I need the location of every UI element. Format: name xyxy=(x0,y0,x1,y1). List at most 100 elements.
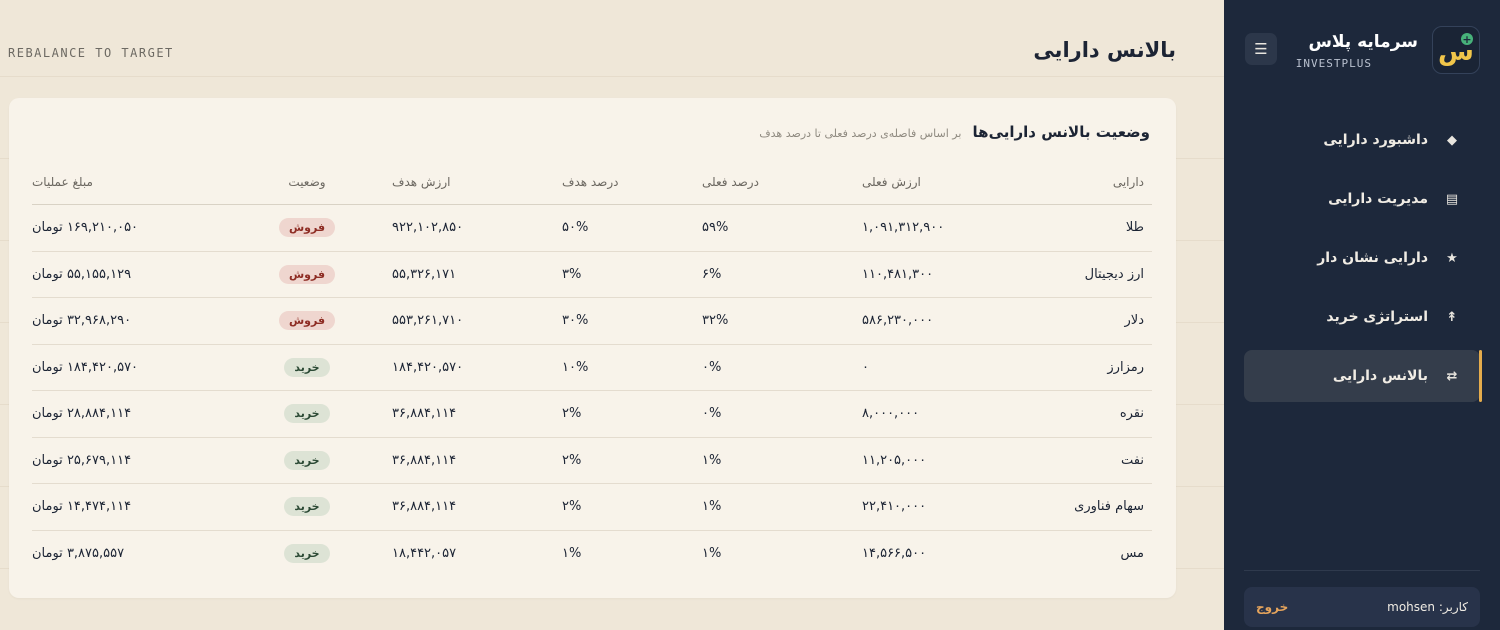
column-header-status: وضعیت xyxy=(222,160,392,205)
table-row: نفت ۱۱,۲۰۵,۰۰۰ ۱% ۲% ۳۶,۸۸۴,۱۱۴ خرید ۲۵,۶۷۹,۱۱… xyxy=(32,437,1152,484)
cell-asset: نفت xyxy=(1002,437,1152,484)
cell-target-value: ۹۲۲,۱۰۲,۸۵۰ xyxy=(392,204,562,252)
cell-target-value: ۳۶,۸۸۴,۱۱۴ xyxy=(392,390,562,438)
card-heading: وضعیت بالانس دارایی‌ها بر اساس فاصله‌ی د… xyxy=(759,122,1150,141)
hamburger-icon: ☰ xyxy=(1254,40,1268,58)
logout-link[interactable]: خروج xyxy=(1256,600,1288,614)
sidebar-item-label: دارایی نشان دار xyxy=(1317,250,1428,266)
cell-amount: ۳,۸۷۵,۵۵۷ تومان xyxy=(32,545,125,561)
cell-target-percent: ۳۰% xyxy=(562,297,702,345)
sell-badge: فروش xyxy=(278,218,336,238)
cell-current-value: ۸,۰۰۰,۰۰۰ xyxy=(862,390,1002,438)
cell-current-percent: ۱% xyxy=(702,437,862,484)
cell-current-value: ۱۱۰,۴۸۱,۳۰۰ xyxy=(862,251,1002,298)
cell-status: خرید xyxy=(222,344,392,391)
cell-status: فروش xyxy=(222,297,392,345)
brand-name: سرمایه پلاس xyxy=(1308,32,1418,52)
menu-toggle-button[interactable]: ☰ xyxy=(1245,33,1277,65)
sidebar-item-label: بالانس دارایی xyxy=(1332,368,1428,384)
cell-current-value: ۱,۰۹۱,۳۱۲,۹۰۰ xyxy=(862,204,1002,252)
cell-current-percent: ۵۹% xyxy=(702,204,862,252)
table-row: رمزارز ۰ ۰% ۱۰% ۱۸۴,۴۲۰,۵۷۰ خرید ۱۸۴,۴۲۰,۵۷۰ ت… xyxy=(32,344,1152,391)
sidebar-nav: ◆ داشبورد دارایی ▤ مدیریت دارایی ★ دارای… xyxy=(1244,114,1482,409)
table-row: نقره ۸,۰۰۰,۰۰۰ ۰% ۲% ۳۶,۸۸۴,۱۱۴ خرید ۲۸,۸۸۴,۱۱… xyxy=(32,390,1152,438)
cell-asset: مس xyxy=(1120,545,1144,561)
buy-badge: خرید xyxy=(284,497,330,517)
cell-asset: دلار xyxy=(1002,297,1152,345)
star-icon: ★ xyxy=(1446,250,1458,266)
list-icon: ▤ xyxy=(1445,191,1459,207)
table-header-row: دارایی ارزش فعلی درصد فعلی درصد هدف ارزش… xyxy=(32,160,1152,205)
swap-icon: ⇄ xyxy=(1446,368,1458,384)
buy-badge: خرید xyxy=(284,450,330,470)
diamond-icon: ◆ xyxy=(1447,132,1457,148)
table-row: طلا ۱,۰۹۱,۳۱۲,۹۰۰ ۵۹% ۵۰% ۹۲۲,۱۰۲,۸۵۰ فروش ۱۶۹… xyxy=(32,204,1152,252)
sidebar-item-bookmarked-assets[interactable]: ★ دارایی نشان دار xyxy=(1244,232,1480,284)
column-header-current-percent: درصد فعلی xyxy=(702,160,862,205)
page-title: بالانس دارایی xyxy=(1033,38,1176,62)
cell-target-percent: ۵۰% xyxy=(562,204,702,252)
cell-asset: ارز دیجیتال xyxy=(1002,251,1152,298)
cell-status: خرید xyxy=(222,390,392,438)
user-label: کاربر: mohsen xyxy=(1387,600,1468,614)
balance-card: وضعیت بالانس دارایی‌ها بر اساس فاصله‌ی د… xyxy=(9,98,1176,598)
cell-amount: ۱۶۹,۲۱۰,۰۵۰ تومان xyxy=(32,204,222,252)
arrow-up-icon: ↟ xyxy=(1446,309,1458,325)
cell-current-value: ۱۱,۲۰۵,۰۰۰ xyxy=(862,437,1002,484)
sidebar-item-dashboard[interactable]: ◆ داشبورد دارایی xyxy=(1244,114,1480,166)
table-row: ارز دیجیتال ۱۱۰,۴۸۱,۳۰۰ ۶% ۳% ۵۵,۳۲۶,۱۷۱ فروش… xyxy=(32,251,1152,298)
cell-target-value: ۵۵,۳۲۶,۱۷۱ xyxy=(392,251,562,298)
cell-asset: رمزارز xyxy=(1002,344,1152,391)
cell-current-percent: ۰% xyxy=(702,390,862,438)
cell-current-percent: ۱% xyxy=(702,545,722,561)
cell-target-percent: ۲% xyxy=(562,390,702,438)
cell-status: خرید xyxy=(222,483,392,531)
column-header-amount: مبلغ عملیات xyxy=(32,160,222,205)
rebalance-label: REBALANCE TO TARGET xyxy=(8,46,174,60)
brand-logo: س + xyxy=(1432,26,1480,74)
cell-amount: ۲۵,۶۷۹,۱۱۴ تومان xyxy=(32,437,222,484)
sidebar-item-buy-strategy[interactable]: ↟ استراتژی خرید xyxy=(1244,291,1480,343)
cell-status: فروش xyxy=(222,204,392,252)
cell-current-percent: ۳۲% xyxy=(702,297,862,345)
active-indicator xyxy=(1479,350,1482,402)
cell-target-value: ۱۸,۴۴۲,۰۵۷ xyxy=(392,545,457,561)
cell-current-percent: ۰% xyxy=(702,344,862,391)
sidebar-item-asset-management[interactable]: ▤ مدیریت دارایی xyxy=(1244,173,1480,225)
cell-asset: طلا xyxy=(1002,204,1152,252)
sidebar-item-label: مدیریت دارایی xyxy=(1328,191,1428,207)
balance-table: دارایی ارزش فعلی درصد فعلی درصد هدف ارزش… xyxy=(32,160,1152,576)
cell-target-percent: ۱% xyxy=(562,545,582,561)
cell-target-value: ۵۵۳,۲۶۱,۷۱۰ xyxy=(392,297,562,345)
sell-badge: فروش xyxy=(278,311,336,331)
cell-target-value: ۳۶,۸۸۴,۱۱۴ xyxy=(392,483,562,531)
column-header-current-value: ارزش فعلی xyxy=(862,160,1002,205)
sidebar-item-asset-balance[interactable]: ⇄ بالانس دارایی xyxy=(1244,350,1482,402)
sidebar-item-label: استراتژی خرید xyxy=(1326,309,1428,325)
column-header-target-value: ارزش هدف xyxy=(392,160,562,205)
column-header-target-percent: درصد هدف xyxy=(562,160,702,205)
cell-amount: ۳۲,۹۶۸,۲۹۰ تومان xyxy=(32,297,222,345)
user-panel: کاربر: mohsen خروج xyxy=(1244,587,1480,627)
table-row: مس ۱۴,۵۶۶,۵۰۰ ۱% ۱% ۱۸,۴۴۲,۰۵۷ خرید ۳,۸۷۵,۵۵۷ … xyxy=(32,530,1152,576)
brand-subtitle: INVESTPLUS xyxy=(1295,57,1372,70)
cell-target-percent: ۱۰% xyxy=(562,344,702,391)
cell-asset: نقره xyxy=(1002,390,1152,438)
sidebar: س + سرمایه پلاس INVESTPLUS ☰ ◆ داشبورد د… xyxy=(1224,0,1500,630)
cell-target-value: ۳۶,۸۸۴,۱۱۴ xyxy=(392,437,562,484)
table-row: سهام فناوری ۲۲,۴۱۰,۰۰۰ ۱% ۲% ۳۶,۸۸۴,۱۱۴ خرید ۱… xyxy=(32,483,1152,531)
cell-target-percent: ۲% xyxy=(562,483,702,531)
cell-current-percent: ۶% xyxy=(702,251,862,298)
sidebar-item-label: داشبورد دارایی xyxy=(1323,132,1428,148)
cell-status: خرید xyxy=(222,437,392,484)
cell-current-value: ۵۸۶,۲۳۰,۰۰۰ xyxy=(862,297,1002,345)
cell-asset: سهام فناوری xyxy=(1002,483,1152,531)
buy-badge: خرید xyxy=(284,543,330,563)
cell-current-value: ۱۴,۵۶۶,۵۰۰ xyxy=(862,545,927,561)
cell-status: فروش xyxy=(222,251,392,298)
card-title: وضعیت بالانس دارایی‌ها xyxy=(972,123,1150,141)
cell-amount: ۱۴,۴۷۴,۱۱۴ تومان xyxy=(32,483,222,531)
plus-icon: + xyxy=(1461,32,1473,46)
cell-amount: ۵۵,۱۵۵,۱۲۹ تومان xyxy=(32,251,222,298)
cell-current-value: ۲۲,۴۱۰,۰۰۰ xyxy=(862,483,1002,531)
